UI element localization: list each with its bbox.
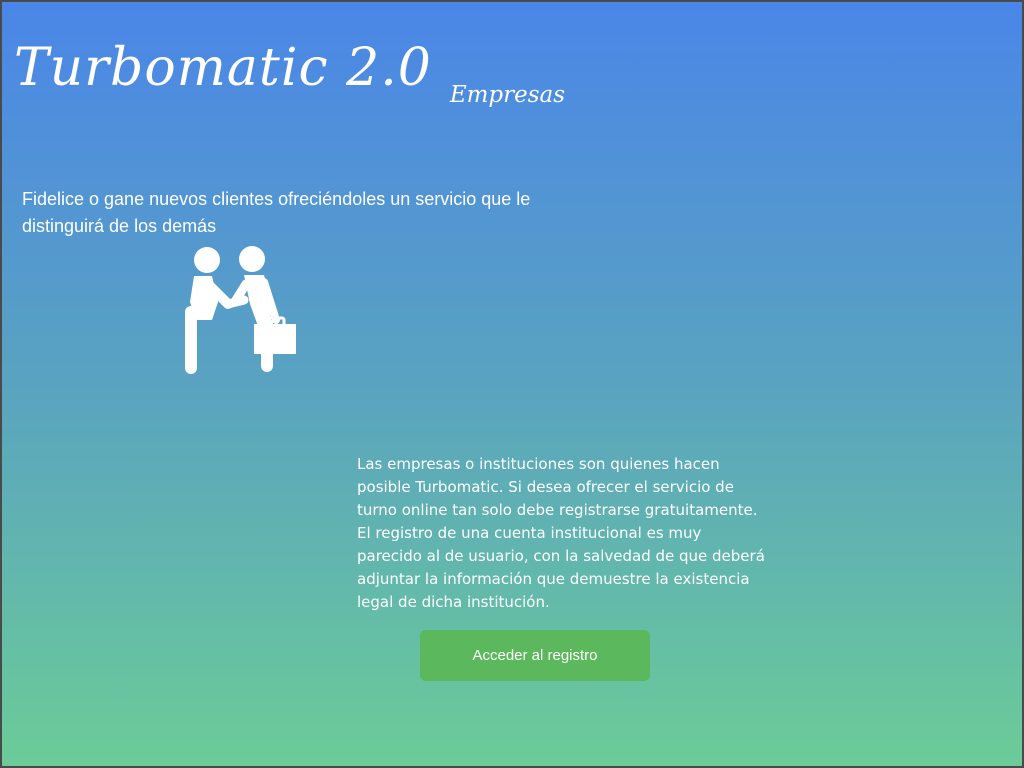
brand-header: Turbomatic 2.0 Empresas — [14, 38, 565, 108]
handshake-icon — [185, 246, 296, 374]
app-title: Turbomatic 2.0 — [14, 38, 432, 98]
hero-tagline: Fidelice o gane nuevos clientes ofrecién… — [22, 189, 531, 236]
institution-description: Las empresas o instituciones son quienes… — [357, 455, 765, 611]
access-registration-button[interactable]: Acceder al registro — [420, 630, 650, 681]
app-subtitle: Empresas — [449, 82, 566, 108]
page-background: Turbomatic 2.0 Empresas Fidelice o gane … — [0, 0, 1024, 768]
